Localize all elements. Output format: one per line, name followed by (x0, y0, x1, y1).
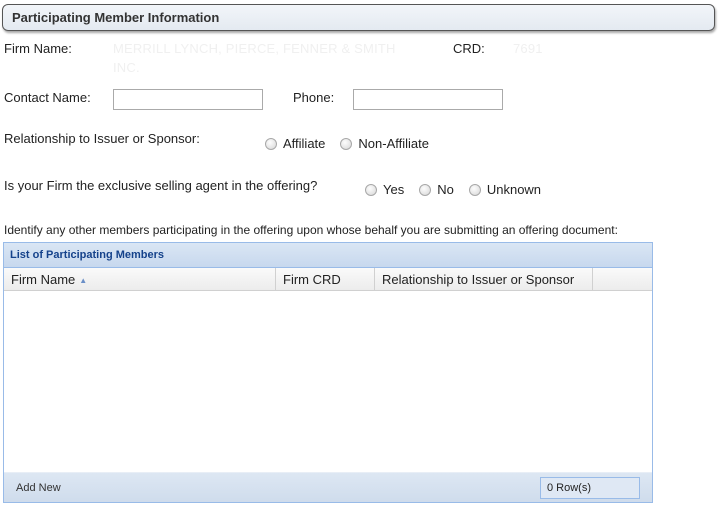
grid-body (4, 291, 652, 472)
radio-button-icon[interactable] (468, 183, 481, 196)
column-header-relationship-label: Relationship to Issuer or Sponsor (382, 272, 575, 287)
radio-no-label: No (437, 182, 454, 197)
column-header-firm-crd[interactable]: Firm CRD (276, 268, 375, 290)
radio-affiliate-label: Affiliate (283, 136, 326, 151)
radio-non-affiliate-label: Non-Affiliate (358, 136, 429, 151)
phone-input[interactable] (353, 89, 503, 110)
column-header-relationship[interactable]: Relationship to Issuer or Sponsor (375, 268, 593, 290)
add-new-button[interactable]: Add New (16, 482, 61, 494)
grid-footer: Add New 0 Row(s) (4, 472, 652, 502)
firm-name-value-line2: INC. (113, 60, 140, 75)
radio-button-icon[interactable] (365, 183, 377, 196)
relationship-radio-group: Affiliate Non-Affiliate (265, 136, 444, 151)
radio-no[interactable]: No (419, 182, 454, 197)
crd-value: 7691 (513, 41, 543, 56)
column-header-firm-crd-label: Firm CRD (283, 272, 341, 287)
crd-label: CRD: (453, 41, 485, 56)
column-header-firm-name[interactable]: Firm Name ▲ (4, 268, 276, 290)
firm-name-value: MERRILL LYNCH, PIERCE, FENNER & SMITH (113, 41, 396, 56)
radio-button-icon[interactable] (419, 183, 432, 196)
phone-label: Phone: (293, 90, 335, 105)
section-header: Participating Member Information (2, 4, 715, 31)
radio-button-icon[interactable] (340, 137, 353, 150)
exclusive-agent-label: Is your Firm the exclusive selling agent… (4, 178, 318, 193)
radio-button-icon[interactable] (265, 137, 277, 150)
radio-affiliate[interactable]: Affiliate (265, 136, 325, 151)
relationship-label: Relationship to Issuer or Sponsor: (4, 131, 200, 146)
grid-header-row: Firm Name ▲ Firm CRD Relationship to Issu… (4, 268, 652, 291)
exclusive-agent-radio-group: Yes No Unknown (365, 182, 556, 197)
firm-name-label: Firm Name: (4, 41, 72, 56)
radio-non-affiliate[interactable]: Non-Affiliate (340, 136, 429, 151)
radio-yes-label: Yes (383, 182, 405, 197)
contact-name-input[interactable] (113, 89, 263, 110)
instructions-text: Identify any other members participating… (4, 223, 618, 237)
column-header-filler (593, 268, 652, 290)
radio-yes[interactable]: Yes (365, 182, 404, 197)
grid-title: List of Participating Members (4, 243, 652, 268)
participating-members-grid: List of Participating Members Firm Name ▲… (3, 242, 653, 503)
sort-ascending-icon: ▲ (79, 276, 88, 286)
contact-name-label: Contact Name: (4, 90, 91, 105)
radio-unknown-label: Unknown (486, 182, 542, 197)
row-count-display: 0 Row(s) (540, 477, 640, 499)
radio-unknown[interactable]: Unknown (468, 182, 542, 197)
column-header-firm-name-label: Firm Name (11, 272, 76, 287)
